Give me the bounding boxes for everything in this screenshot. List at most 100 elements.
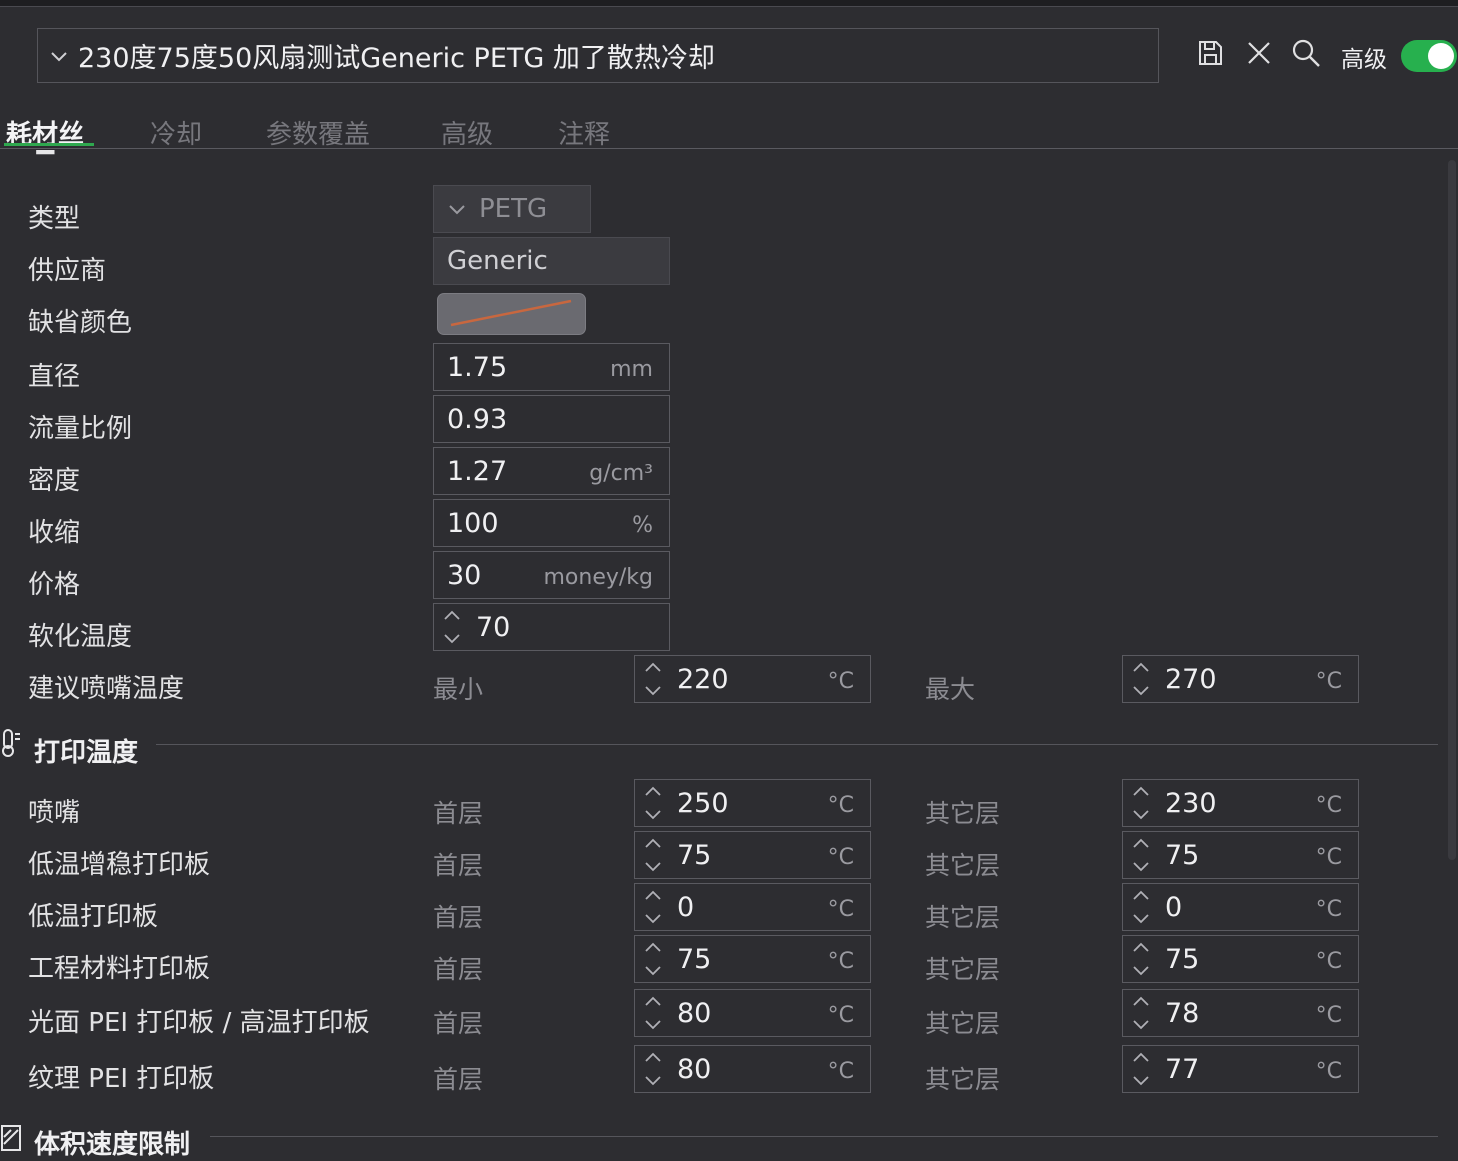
first-layer-temp-value: 250 [677,788,729,819]
other-layers-temp-input[interactable]: 77 °C [1122,1045,1359,1093]
print-temp-row-label: 光面 PEI 打印板 / 高温打印板 [28,1008,370,1038]
density-input[interactable]: 1.27 g/cm³ [433,447,670,495]
print-temp-row-label: 低温增稳打印板 [28,850,211,880]
first-layer-temp-input[interactable]: 80 °C [634,1045,871,1093]
temp-unit: °C [827,949,854,974]
preset-selector[interactable]: 230度75度50风扇测试Generic PETG 加了散热冷却 [37,28,1159,83]
other-layers-temp-input[interactable]: 75 °C [1122,831,1359,879]
spin-arrows-icon[interactable] [641,835,665,875]
other-layers-temp-input[interactable]: 78 °C [1122,989,1359,1037]
spin-arrows-icon[interactable] [1129,659,1153,699]
type-label: 类型 [28,204,81,234]
search-icon[interactable] [1291,38,1321,68]
first-layer-label: 首层 [433,955,484,984]
shrink-input[interactable]: 100 % [433,499,670,547]
tab-advanced[interactable]: 高级 [441,114,493,151]
other-layers-temp-input[interactable]: 0 °C [1122,883,1359,931]
density-unit: g/cm³ [589,461,653,486]
other-layers-temp-value: 75 [1165,840,1200,871]
spin-arrows-icon[interactable] [641,887,665,927]
section-divider [210,1136,1438,1137]
color-label: 缺省颜色 [28,308,133,338]
tab-notes[interactable]: 注释 [558,114,610,151]
spin-arrows-icon[interactable] [1129,887,1153,927]
spin-arrows-icon[interactable] [1129,835,1153,875]
other-layers-label: 其它层 [925,1009,1001,1038]
soften-temp-value: 70 [476,612,511,643]
first-layer-temp-input[interactable]: 0 °C [634,883,871,931]
print-temp-row-label: 低温打印板 [28,902,159,932]
spin-arrows-icon[interactable] [440,607,464,647]
first-layer-temp-input[interactable]: 80 °C [634,989,871,1037]
first-layer-temp-value: 0 [677,892,695,923]
price-input[interactable]: 30 money/kg [433,551,670,599]
nozzle-max-value: 270 [1165,664,1217,695]
temp-unit: °C [1315,1003,1342,1028]
filament-color-button[interactable] [437,293,586,335]
diameter-value: 1.75 [447,352,508,383]
tab-cooling[interactable]: 冷却 [150,114,202,151]
max-label: 最大 [925,675,976,704]
first-layer-label: 首层 [433,1065,484,1094]
other-layers-temp-value: 230 [1165,788,1217,819]
temp-unit: °C [827,845,854,870]
scrollbar[interactable] [1448,160,1456,860]
first-layer-temp-input[interactable]: 250 °C [634,779,871,827]
temp-unit: °C [827,1059,854,1084]
flow-label: 流量比例 [28,414,133,444]
first-layer-temp-value: 80 [677,998,712,1029]
nozzle-min-input[interactable]: 220 °C [634,655,871,703]
spin-arrows-icon[interactable] [1129,993,1153,1033]
shrink-unit: % [632,513,653,538]
first-layer-label: 首层 [433,903,484,932]
other-layers-temp-input[interactable]: 75 °C [1122,935,1359,983]
diameter-input[interactable]: 1.75 mm [433,343,670,391]
spin-arrows-icon[interactable] [641,783,665,823]
spin-arrows-icon[interactable] [641,659,665,699]
print-temp-section-title: 打印温度 [34,738,139,768]
spin-arrows-icon[interactable] [641,993,665,1033]
first-layer-temp-value: 80 [677,1054,712,1085]
window-top-edge [0,0,1458,7]
spin-arrows-icon[interactable] [641,1049,665,1089]
print-temp-row-label: 纹理 PEI 打印板 [28,1064,215,1094]
thermometer-icon [2,729,20,757]
spin-arrows-icon[interactable] [641,939,665,979]
vendor-field: Generic [433,237,670,285]
temp-unit: °C [1315,1059,1342,1084]
advanced-toggle[interactable] [1401,40,1457,72]
density-label: 密度 [28,466,81,496]
temp-unit: °C [1315,845,1342,870]
density-value: 1.27 [447,456,508,487]
spin-arrows-icon[interactable] [1129,1049,1153,1089]
volumetric-speed-icon [1,1125,21,1151]
flow-value: 0.93 [447,404,508,435]
vendor-value: Generic [447,246,548,276]
flow-ratio-input[interactable]: 0.93 [433,395,670,443]
save-icon[interactable] [1195,38,1225,68]
other-layers-label: 其它层 [925,955,1001,984]
volumetric-section-title: 体积速度限制 [34,1130,191,1160]
tab-bar: 耗材丝 冷却 参数覆盖 高级 注释 [0,110,1458,151]
type-dropdown[interactable]: PETG [433,185,591,233]
other-layers-temp-input[interactable]: 230 °C [1122,779,1359,827]
tab-overrides[interactable]: 参数覆盖 [266,114,370,151]
soften-temp-input[interactable]: 70 [433,603,670,651]
nozzle-range-label: 建议喷嘴温度 [28,674,185,704]
close-icon[interactable] [1244,38,1274,68]
temp-unit: °C [1315,669,1342,694]
first-layer-temp-input[interactable]: 75 °C [634,935,871,983]
temp-unit: °C [1315,949,1342,974]
basic-info-section-header-cut: ▬ ▬▬▬▬ [0,150,160,162]
other-layers-label: 其它层 [925,1065,1001,1094]
other-layers-temp-value: 77 [1165,1054,1200,1085]
spin-arrows-icon[interactable] [1129,783,1153,823]
temp-unit: °C [827,793,854,818]
type-value: PETG [479,194,548,224]
nozzle-max-input[interactable]: 270 °C [1122,655,1359,703]
spin-arrows-icon[interactable] [1129,939,1153,979]
first-layer-temp-input[interactable]: 75 °C [634,831,871,879]
price-unit: money/kg [543,565,653,590]
print-temp-row-label: 工程材料打印板 [28,954,211,984]
other-layers-label: 其它层 [925,799,1001,828]
